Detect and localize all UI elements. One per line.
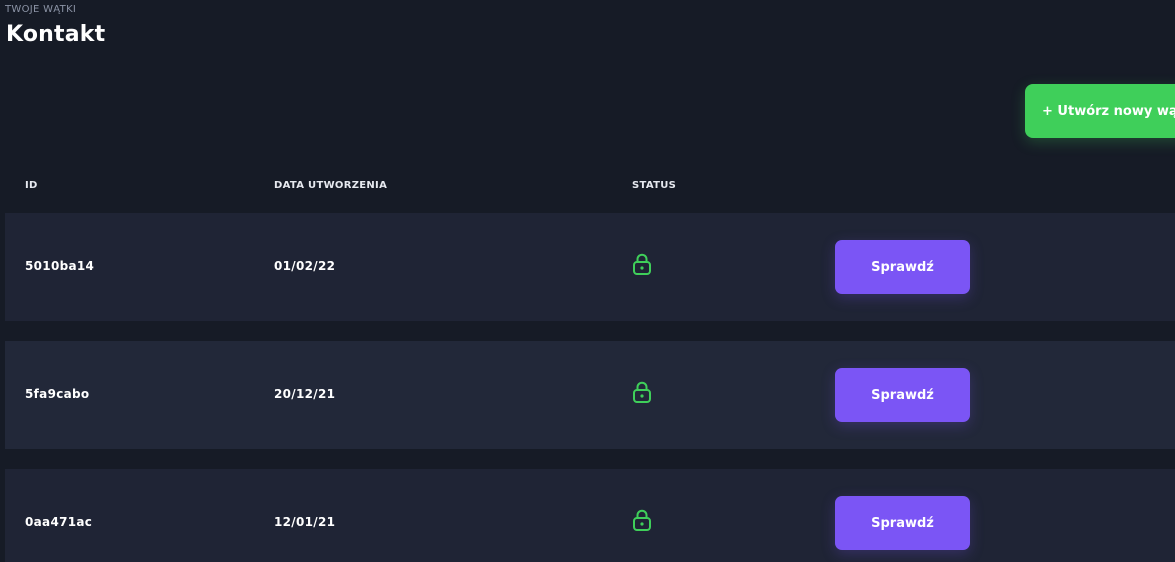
column-header-status: STATUS (632, 180, 677, 191)
lock-icon (633, 381, 651, 403)
thread-date: 01/02/22 (274, 259, 336, 273)
column-header-id: ID (25, 180, 38, 191)
threads-page: TWOJE WĄTKI Kontakt + Utwórz nowy wątek … (0, 0, 1175, 562)
thread-date: 20/12/21 (274, 387, 336, 401)
table-header: ID DATA UTWORZENIA STATUS (0, 178, 1175, 194)
breadcrumb: TWOJE WĄTKI (5, 4, 77, 15)
thread-id: 5fa9cabo (25, 387, 90, 401)
table-row: 5010ba14 01/02/22 Sprawdź (5, 213, 1175, 321)
check-thread-button[interactable]: Sprawdź (835, 496, 970, 550)
table-row: 5fa9cabo 20/12/21 Sprawdź (5, 341, 1175, 449)
create-thread-button[interactable]: + Utwórz nowy wątek (1025, 84, 1175, 138)
check-thread-button[interactable]: Sprawdź (835, 368, 970, 422)
lock-icon (633, 509, 651, 531)
check-thread-button[interactable]: Sprawdź (835, 240, 970, 294)
table-row: 0aa471ac 12/01/21 Sprawdź (5, 469, 1175, 562)
page-title: Kontakt (6, 22, 106, 47)
column-header-date: DATA UTWORZENIA (274, 180, 388, 191)
thread-date: 12/01/21 (274, 515, 336, 529)
lock-icon (633, 253, 651, 275)
thread-id: 0aa471ac (25, 515, 93, 529)
thread-id: 5010ba14 (25, 259, 95, 273)
